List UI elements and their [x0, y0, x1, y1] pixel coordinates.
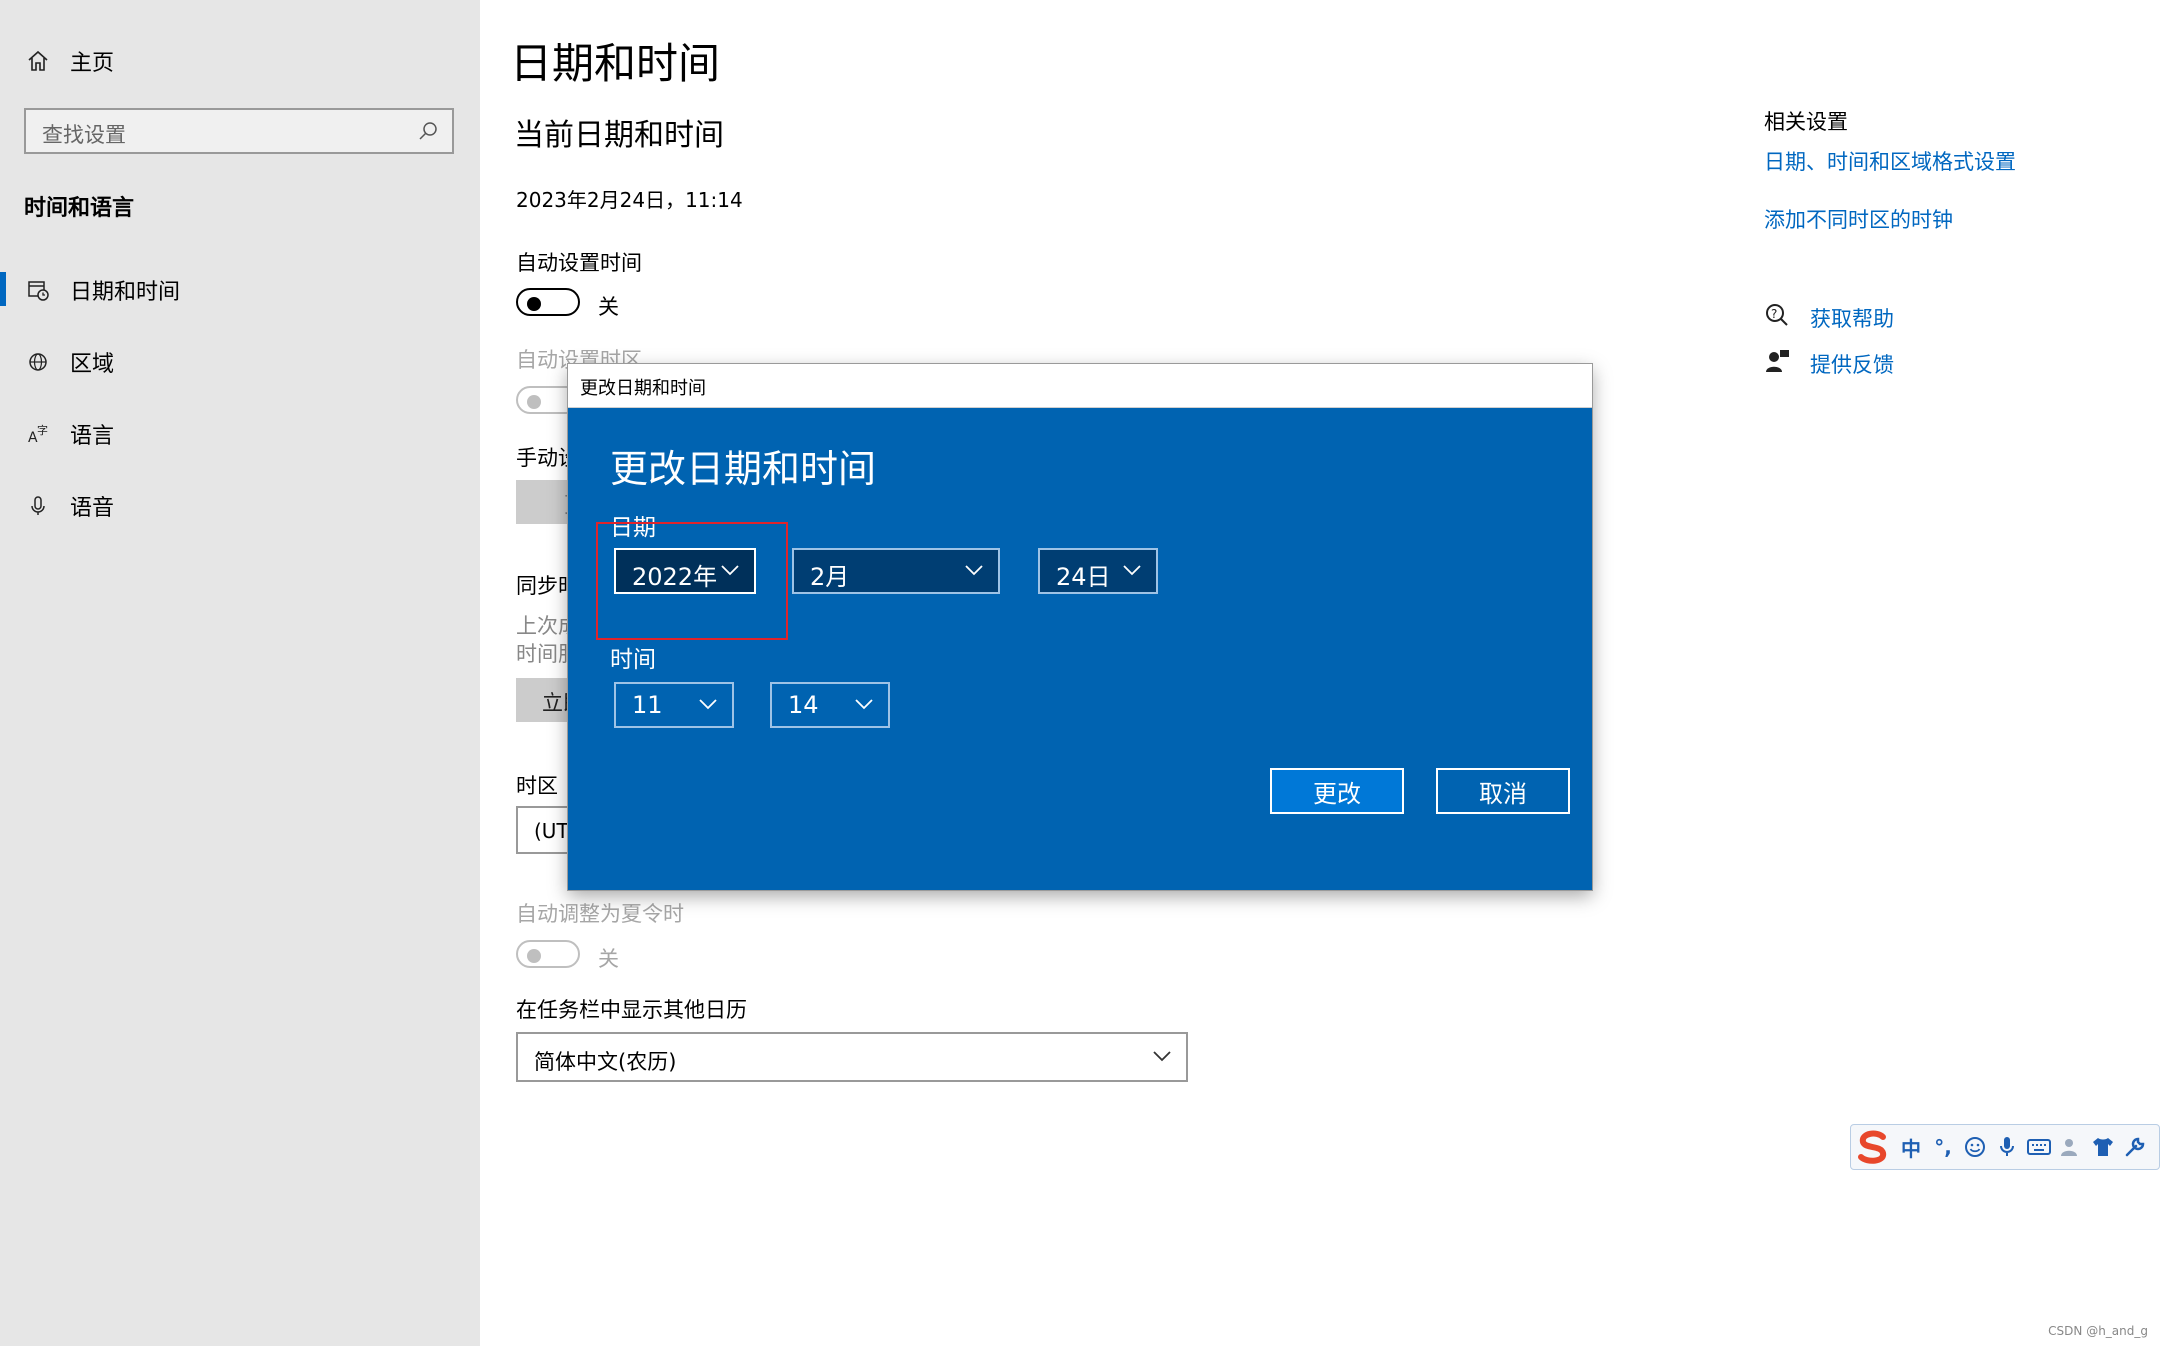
dialog-window-title: 更改日期和时间 — [580, 378, 706, 399]
user-icon[interactable] — [2055, 1131, 2087, 1163]
sidebar-item-region[interactable]: 区域 — [0, 334, 480, 390]
feedback-icon — [1764, 348, 1790, 378]
cancel-button[interactable]: 取消 — [1436, 768, 1570, 814]
taskbar-calendar-label: 在任务栏中显示其他日历 — [516, 998, 747, 1022]
timezone-label: 时区 — [516, 774, 558, 798]
sidebar-section-title: 时间和语言 — [24, 196, 135, 221]
sidebar-item-label: 日期和时间 — [70, 280, 181, 305]
sidebar-item-language[interactable]: A字 语言 — [0, 406, 480, 462]
minute-dropdown[interactable]: 14 — [770, 682, 890, 728]
keyboard-icon[interactable] — [2023, 1131, 2055, 1163]
emoji-icon[interactable] — [1959, 1131, 1991, 1163]
sidebar-item-label: 区域 — [70, 352, 115, 377]
give-feedback-link[interactable]: 提供反馈 — [1810, 349, 1894, 379]
dst-toggle — [516, 940, 580, 968]
svg-text:字: 字 — [37, 423, 48, 437]
home-icon — [24, 47, 52, 75]
month-value: 2月 — [810, 563, 850, 591]
sidebar-item-label: 语音 — [70, 496, 115, 521]
watermark: CSDN @h_and_g — [2048, 1324, 2148, 1338]
sidebar-item-label: 语言 — [70, 424, 115, 449]
sidebar: 主页 查找设置 时间和语言 日期和时间 区域 A字 语言 语音 — [0, 0, 480, 1346]
dst-state: 关 — [598, 947, 619, 971]
calendar-clock-icon — [24, 276, 52, 304]
region-format-link[interactable]: 日期、时间和区域格式设置 — [1764, 146, 2016, 176]
current-datetime: 2023年2月24日，11:14 — [516, 188, 743, 212]
chevron-down-icon — [854, 696, 874, 715]
ime-toolbar[interactable]: 中 °, — [1850, 1124, 2160, 1170]
month-dropdown[interactable]: 2月 — [792, 548, 1000, 594]
search-input[interactable]: 查找设置 — [24, 108, 454, 154]
microphone-icon — [24, 492, 52, 520]
day-value: 24日 — [1056, 563, 1111, 591]
sidebar-item-speech[interactable]: 语音 — [0, 478, 480, 534]
sogou-logo-icon[interactable] — [1851, 1130, 1895, 1164]
page-title: 日期和时间 — [510, 39, 721, 88]
highlight-box — [596, 522, 788, 640]
dialog-titlebar[interactable]: 更改日期和时间 — [568, 364, 1592, 408]
globe-icon — [24, 348, 52, 376]
day-dropdown[interactable]: 24日 — [1038, 548, 1158, 594]
minute-value: 14 — [788, 691, 819, 719]
chevron-down-icon — [964, 562, 984, 581]
taskbar-calendar-select[interactable]: 简体中文(农历) — [516, 1032, 1188, 1082]
sidebar-item-date-time[interactable]: 日期和时间 — [0, 262, 480, 318]
section-title: 当前日期和时间 — [514, 118, 724, 153]
search-placeholder: 查找设置 — [42, 123, 126, 147]
auto-time-label: 自动设置时间 — [516, 251, 642, 275]
chevron-down-icon — [698, 696, 718, 715]
svg-text:?: ? — [1771, 307, 1777, 321]
auto-time-toggle[interactable] — [516, 288, 580, 316]
chevron-down-icon — [1122, 562, 1142, 581]
dialog-body: 更改日期和时间 日期 2022年 2月 24日 时间 11 14 更改 取消 — [568, 408, 1592, 890]
sidebar-item-home[interactable]: 主页 — [0, 33, 480, 89]
voice-input-icon[interactable] — [1991, 1131, 2023, 1163]
hour-dropdown[interactable]: 11 — [614, 682, 734, 728]
hour-value: 11 — [632, 691, 663, 719]
language-icon: A字 — [24, 420, 52, 448]
ime-mode[interactable]: 中 — [1895, 1131, 1927, 1163]
help-icon: ? — [1764, 302, 1790, 332]
tools-icon[interactable] — [2119, 1131, 2151, 1163]
skin-icon[interactable] — [2087, 1131, 2119, 1163]
dialog-heading: 更改日期和时间 — [610, 447, 877, 491]
auto-time-state: 关 — [598, 295, 619, 319]
add-clocks-link[interactable]: 添加不同时区的时钟 — [1764, 204, 1953, 234]
get-help-link[interactable]: 获取帮助 — [1810, 303, 1894, 333]
search-icon[interactable] — [418, 120, 440, 146]
related-settings-title: 相关设置 — [1764, 110, 1848, 134]
change-button[interactable]: 更改 — [1270, 768, 1404, 814]
dst-label: 自动调整为夏令时 — [516, 902, 684, 926]
sidebar-home-label: 主页 — [70, 51, 115, 76]
time-label: 时间 — [610, 647, 656, 673]
taskbar-calendar-value: 简体中文(农历) — [534, 1050, 677, 1074]
ime-punctuation[interactable]: °, — [1927, 1131, 1959, 1163]
chevron-down-icon — [1152, 1048, 1172, 1067]
